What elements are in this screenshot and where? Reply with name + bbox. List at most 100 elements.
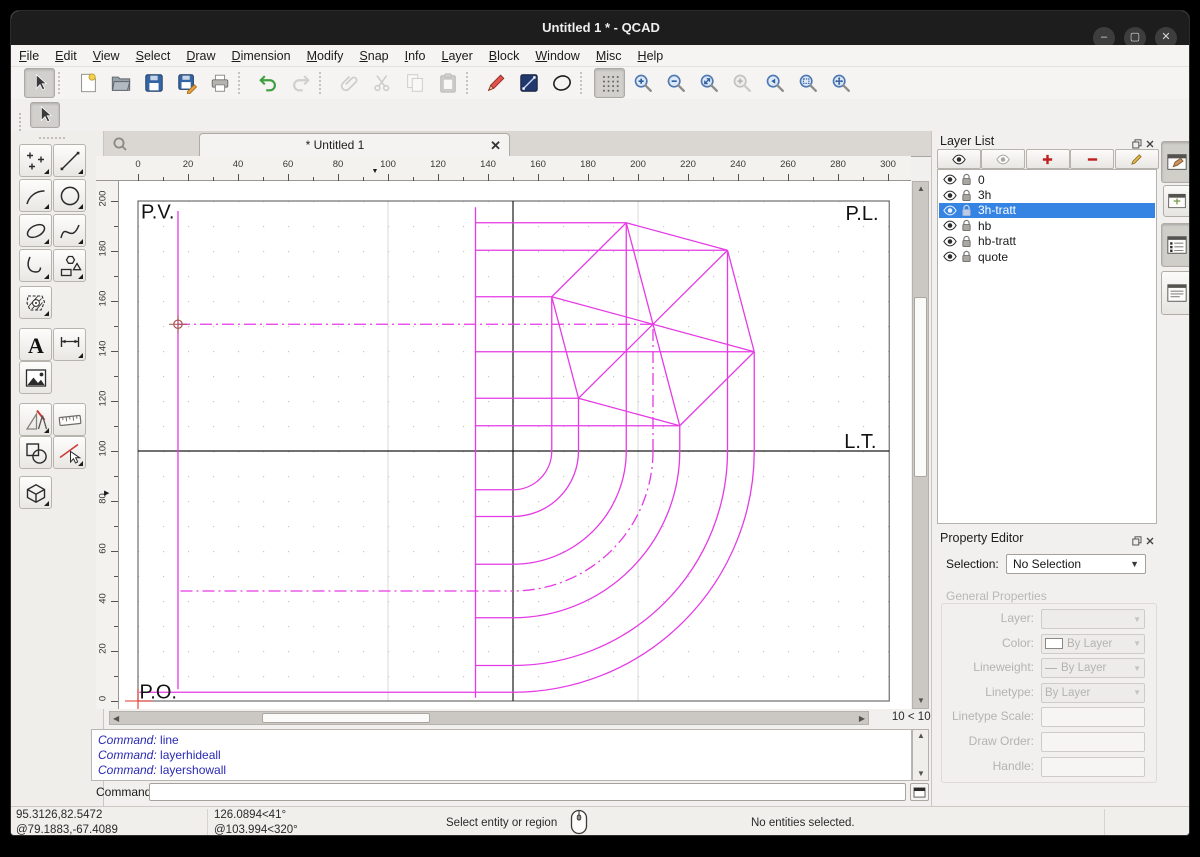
selection-tool-button[interactable] — [24, 68, 55, 98]
box3d-tool-button[interactable] — [19, 476, 52, 509]
menu-file[interactable]: File — [11, 45, 47, 67]
vruler-tick — [111, 451, 118, 452]
ellipse-swatch-button[interactable] — [546, 68, 577, 98]
layer-row-hb-tratt[interactable]: hb-tratt — [939, 234, 1155, 249]
spline-tool-button[interactable] — [53, 214, 86, 247]
property-editor-toggle[interactable] — [1161, 141, 1190, 183]
pan-button[interactable] — [825, 68, 856, 98]
layer-row-3h[interactable]: 3h — [939, 187, 1155, 202]
open-file-button[interactable] — [105, 68, 136, 98]
layer-panel-close-icon[interactable] — [1145, 136, 1156, 147]
attach-button[interactable] — [333, 68, 364, 98]
pe-label-linetype: Linetype: — [916, 685, 1034, 699]
menu-view[interactable]: View — [85, 45, 128, 67]
pe-field-linetypescale[interactable] — [1041, 707, 1145, 727]
pe-field-handle[interactable] — [1041, 757, 1145, 777]
selection-tool-option-button[interactable] — [30, 102, 60, 128]
edit-layer-button[interactable] — [1115, 149, 1159, 169]
circle-tool-button[interactable] — [53, 179, 86, 212]
pe-label-handle: Handle: — [916, 759, 1034, 773]
canvas-vscrollbar[interactable]: ▲ ▼ — [912, 181, 929, 709]
layer-row-quote[interactable]: quote — [939, 249, 1155, 264]
console-toggle-button[interactable] — [910, 783, 929, 801]
canvas-hscrollbar[interactable]: ◀ ▶ — [109, 711, 869, 725]
menu-misc[interactable]: Misc — [588, 45, 630, 67]
menu-modify[interactable]: Modify — [299, 45, 352, 67]
layer-row-3h-tratt[interactable]: 3h-tratt — [939, 203, 1155, 218]
layer-row-hb[interactable]: hb — [939, 218, 1155, 233]
menu-draw[interactable]: Draw — [178, 45, 223, 67]
pe-field-linetype[interactable]: By Layer▼ — [1041, 683, 1145, 703]
hide-all-layers-button[interactable] — [981, 149, 1025, 169]
scroll-up-icon[interactable]: ▲ — [917, 184, 925, 194]
pe-close-icon[interactable] — [1145, 533, 1156, 544]
zoom-window-button[interactable] — [792, 68, 823, 98]
menu-help[interactable]: Help — [630, 45, 672, 67]
scroll-right-icon[interactable]: ▶ — [859, 714, 865, 724]
print-button[interactable] — [204, 68, 235, 98]
zoom-in-button[interactable] — [627, 68, 658, 98]
new-file-button[interactable] — [72, 68, 103, 98]
redo-button[interactable] — [285, 68, 316, 98]
add-layer-button[interactable] — [1026, 149, 1070, 169]
ellipse-tool-button[interactable] — [19, 214, 52, 247]
menu-snap[interactable]: Snap — [351, 45, 396, 67]
menu-select[interactable]: Select — [128, 45, 179, 67]
layer-list-toggle[interactable] — [1161, 223, 1190, 267]
menu-block[interactable]: Block — [481, 45, 528, 67]
pe-field-draworder[interactable] — [1041, 732, 1145, 752]
arc-tool-button[interactable] — [19, 179, 52, 212]
hscroll-thumb[interactable] — [262, 713, 430, 723]
hatch-tool-button[interactable] — [19, 286, 52, 319]
tab-untitled-1[interactable]: * Untitled 1 ✕ — [199, 133, 510, 157]
cut-button[interactable] — [366, 68, 397, 98]
copy-button[interactable] — [399, 68, 430, 98]
command-input[interactable] — [149, 783, 906, 801]
vscroll-thumb[interactable] — [914, 297, 927, 477]
undo-button[interactable] — [252, 68, 283, 98]
zoom-in-alt-button[interactable] — [726, 68, 757, 98]
drawing-preferences-button[interactable] — [480, 68, 511, 98]
points-tool-button[interactable] — [19, 144, 52, 177]
pe-float-icon[interactable] — [1132, 533, 1143, 544]
menu-layer[interactable]: Layer — [434, 45, 481, 67]
show-all-layers-button[interactable] — [937, 149, 981, 169]
dimension-tool-button[interactable] — [53, 328, 86, 361]
tab-close-icon[interactable]: ✕ — [490, 137, 501, 155]
shapes-tool-button[interactable] — [53, 249, 86, 282]
command-history[interactable]: Command: lineCommand: layerhideallComman… — [91, 729, 912, 781]
line-tool-button[interactable] — [53, 144, 86, 177]
modify-tool-button[interactable] — [19, 436, 52, 469]
save-as-button[interactable] — [171, 68, 202, 98]
image-tool-button[interactable] — [19, 361, 52, 394]
previous-view-button[interactable] — [759, 68, 790, 98]
polyline-tool-button[interactable] — [19, 249, 52, 282]
drawing-canvas[interactable]: P.V.P.L.L.T.P.O. — [119, 181, 911, 709]
layer-row-0[interactable]: 0 — [939, 172, 1155, 187]
save-button[interactable] — [138, 68, 169, 98]
menu-window[interactable]: Window — [527, 45, 587, 67]
selection-filter-toggle[interactable] — [1163, 185, 1190, 217]
pe-field-layer[interactable]: ▼ — [1041, 609, 1145, 629]
scroll-left-icon[interactable]: ◀ — [113, 714, 119, 724]
draw-tools-tool-button[interactable] — [19, 403, 52, 436]
pe-field-lineweight[interactable]: By Layer▼ — [1041, 658, 1145, 678]
selection-combobox[interactable]: No Selection ▼ — [1006, 554, 1146, 574]
line-swatch-button[interactable] — [513, 68, 544, 98]
zoom-out-button[interactable] — [660, 68, 691, 98]
menu-edit[interactable]: Edit — [47, 45, 85, 67]
title-bar[interactable]: Untitled 1 * - QCAD – ▢ ✕ — [11, 11, 1190, 45]
menu-info[interactable]: Info — [397, 45, 434, 67]
remove-layer-button[interactable] — [1070, 149, 1114, 169]
menu-dimension[interactable]: Dimension — [224, 45, 299, 67]
layer-panel-float-icon[interactable] — [1132, 136, 1143, 147]
block-list-toggle[interactable] — [1161, 271, 1190, 315]
auto-zoom-button[interactable] — [693, 68, 724, 98]
trim-tool-button[interactable] — [53, 436, 86, 469]
pencil-red-icon — [485, 72, 507, 94]
pe-field-color[interactable]: By Layer▼ — [1041, 634, 1145, 654]
text-tool-button[interactable]: A — [19, 328, 52, 361]
grid-toggle-button[interactable] — [594, 68, 625, 98]
measure-tool-button[interactable] — [53, 403, 86, 436]
paste-button[interactable] — [432, 68, 463, 98]
